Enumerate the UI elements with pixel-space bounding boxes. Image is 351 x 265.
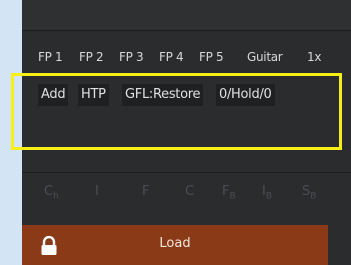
tab-guitar[interactable]: Guitar bbox=[247, 50, 283, 64]
key-ch[interactable]: Ch bbox=[44, 184, 59, 205]
key-ib[interactable]: IB bbox=[262, 184, 272, 205]
panel-right-edge bbox=[328, 225, 351, 265]
tab-fp2[interactable]: FP 2 bbox=[79, 50, 104, 64]
tab-fp1[interactable]: FP 1 bbox=[38, 50, 63, 64]
key-ch-main: C bbox=[44, 184, 54, 199]
hold-button[interactable]: 0/Hold/0 bbox=[216, 84, 275, 106]
key-sb-sub: B bbox=[310, 191, 317, 202]
key-c[interactable]: C bbox=[185, 184, 194, 200]
key-ib-sub: B bbox=[265, 191, 273, 202]
key-sb[interactable]: SB bbox=[302, 184, 316, 205]
tab-1x[interactable]: 1x bbox=[307, 50, 321, 64]
tab-fp3[interactable]: FP 3 bbox=[119, 50, 144, 64]
gfl-restore-button[interactable]: GFL:Restore bbox=[122, 84, 204, 106]
tab-fp4[interactable]: FP 4 bbox=[159, 50, 184, 64]
tab-fp5[interactable]: FP 5 bbox=[199, 50, 224, 64]
panel-header bbox=[22, 0, 351, 31]
key-ch-sub: h bbox=[53, 191, 59, 202]
key-row: Ch I F C FB IB SB bbox=[22, 180, 351, 208]
key-f[interactable]: F bbox=[142, 184, 149, 200]
key-fb-sub: B bbox=[229, 191, 236, 202]
fader-page-tabs: FP 1 FP 2 FP 3 FP 4 FP 5 Guitar 1x bbox=[22, 36, 351, 72]
add-button[interactable]: Add bbox=[38, 84, 69, 106]
load-label: Load bbox=[159, 236, 191, 251]
key-i[interactable]: I bbox=[95, 184, 99, 200]
load-button[interactable]: Load bbox=[22, 225, 328, 265]
htp-button[interactable]: HTP bbox=[78, 84, 109, 106]
key-fb[interactable]: FB bbox=[222, 184, 236, 205]
divider bbox=[22, 172, 351, 173]
